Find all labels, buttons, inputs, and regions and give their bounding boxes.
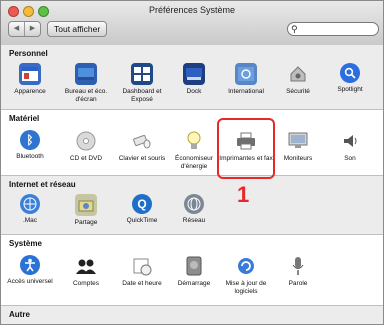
house-lock-icon xyxy=(287,63,309,85)
section-title-personnel: Personnel xyxy=(9,49,48,58)
pref-international[interactable]: International xyxy=(219,63,273,96)
pref-bureau[interactable]: Bureau et éco. d'écran xyxy=(59,63,113,104)
section-title-autre: Autre xyxy=(9,310,30,319)
pref-label: Dashboard et Exposé xyxy=(122,88,162,103)
pref-bluetooth[interactable]: ᛒ Bluetooth xyxy=(3,130,57,161)
pref-mac[interactable]: .Mac xyxy=(3,194,57,225)
search-input[interactable] xyxy=(300,24,374,34)
pref-label: Apparence xyxy=(14,88,46,95)
show-all-button[interactable]: Tout afficher xyxy=(47,21,108,37)
pref-label: Comptes xyxy=(72,280,99,287)
mac-globe-icon xyxy=(20,194,40,214)
pref-economiseur[interactable]: Économiseur d'énergie xyxy=(167,130,221,171)
pref-label: Démarrage xyxy=(177,280,211,287)
pref-label: Bureau et éco. d'écran xyxy=(64,88,108,103)
pref-comptes[interactable]: Comptes xyxy=(59,255,113,288)
pref-spotlight[interactable]: Spotlight xyxy=(323,63,377,94)
pref-son[interactable]: Son xyxy=(323,130,377,163)
spotlight-icon xyxy=(340,63,360,83)
section-personnel: Personnel Apparence Bureau et éco. d'écr… xyxy=(1,45,383,109)
pref-label: International xyxy=(228,88,264,95)
pref-securite[interactable]: Sécurité xyxy=(271,63,325,96)
pref-acces-universel[interactable]: Accès universel xyxy=(3,255,57,286)
search-icon: ⚲ xyxy=(291,24,298,34)
pref-label: Clavier et souris xyxy=(118,155,166,162)
pref-label: Date et heure xyxy=(122,280,162,287)
pref-label: Spotlight xyxy=(337,86,363,93)
pref-label: Dock xyxy=(186,88,202,95)
section-title-internet: Internet et réseau xyxy=(9,180,76,189)
pref-dashboard[interactable]: Dashboard et Exposé xyxy=(115,63,169,104)
pref-label: Sécurité xyxy=(286,88,310,95)
pref-label: Parole xyxy=(288,280,308,287)
software-update-icon xyxy=(235,255,257,277)
pref-label: Son xyxy=(344,155,356,162)
pref-label: CD et DVD xyxy=(69,155,103,162)
bluetooth-icon: ᛒ xyxy=(20,130,40,150)
dashboard-icon xyxy=(131,63,153,85)
pref-reseau[interactable]: Réseau xyxy=(167,194,221,225)
accessibility-icon xyxy=(20,255,40,275)
calendar-clock-icon xyxy=(131,255,153,277)
section-title-systeme: Système xyxy=(9,239,42,248)
pref-label: Économiseur d'énergie xyxy=(175,155,213,170)
keyboard-mouse-icon xyxy=(131,130,153,152)
search-field[interactable]: ⚲ xyxy=(287,22,379,36)
pref-clavier[interactable]: Clavier et souris xyxy=(115,130,169,163)
nav-buttons: ◀ ▶ xyxy=(8,21,41,37)
pref-cd-dvd[interactable]: CD et DVD xyxy=(59,130,113,163)
pref-date-heure[interactable]: Date et heure xyxy=(115,255,169,288)
dock-icon xyxy=(183,63,205,85)
pref-parole[interactable]: Parole xyxy=(271,255,325,288)
pref-label: Réseau xyxy=(182,217,206,224)
pref-label: Partage xyxy=(74,219,98,226)
pref-label: Moniteurs xyxy=(283,155,313,162)
pref-label: Accès universel xyxy=(7,278,53,285)
accounts-icon xyxy=(75,255,97,277)
network-globe-icon xyxy=(184,194,204,214)
pref-moniteurs[interactable]: Moniteurs xyxy=(271,130,325,163)
pref-demarrage[interactable]: Démarrage xyxy=(167,255,221,288)
disk-icon xyxy=(183,255,205,277)
cd-icon xyxy=(75,130,97,152)
microphone-icon xyxy=(287,255,309,277)
pref-label: .Mac xyxy=(22,217,38,224)
highlight-box xyxy=(217,118,275,179)
section-materiel: Matériel ᛒ Bluetooth CD et DVD Clavier e… xyxy=(1,110,383,175)
monitor-icon xyxy=(287,130,309,152)
pref-quicktime[interactable]: Q QuickTime xyxy=(115,194,169,225)
lightbulb-icon xyxy=(183,130,205,152)
forward-button[interactable]: ▶ xyxy=(25,22,40,36)
pref-partage[interactable]: Partage xyxy=(59,194,113,227)
sharing-folder-icon xyxy=(75,194,97,216)
pref-label: Bluetooth xyxy=(16,153,44,160)
quicktime-icon: Q xyxy=(132,194,152,214)
back-button[interactable]: ◀ xyxy=(9,22,25,36)
pref-mise-a-jour[interactable]: Mise à jour de logiciels xyxy=(219,255,273,296)
system-preferences-window: Préférences Système ◀ ▶ Tout afficher ⚲ … xyxy=(0,0,384,325)
speaker-icon xyxy=(339,130,361,152)
section-internet: Internet et réseau .Mac Partage Q QuickT… xyxy=(1,176,383,234)
pref-label: Mise à jour de logiciels xyxy=(225,280,267,295)
section-systeme: Système Accès universel Comptes Date et … xyxy=(1,235,383,305)
pref-label: QuickTime xyxy=(126,217,158,224)
desktop-icon xyxy=(75,63,97,85)
section-title-materiel: Matériel xyxy=(9,114,40,123)
window-title: Préférences Système xyxy=(148,5,236,15)
title-bar: Préférences Système ◀ ▶ Tout afficher ⚲ xyxy=(1,1,383,46)
globe-flag-icon xyxy=(235,63,257,85)
section-autre: Autre xyxy=(1,306,383,324)
pref-apparence[interactable]: Apparence xyxy=(3,63,57,96)
pref-dock[interactable]: Dock xyxy=(167,63,221,96)
appearance-icon xyxy=(19,63,41,85)
callout-number: 1 xyxy=(237,182,250,207)
